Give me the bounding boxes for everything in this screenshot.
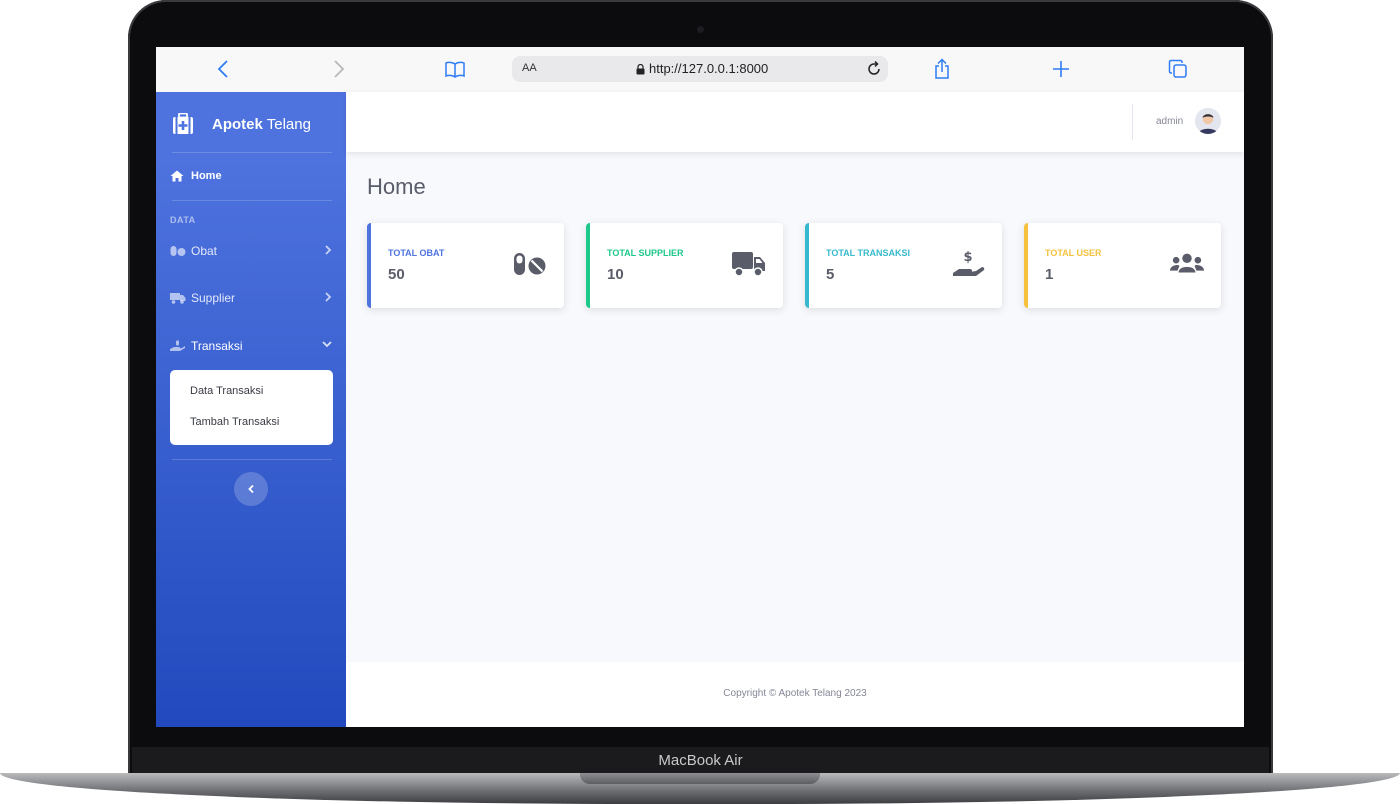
submenu-item-tambah-transaksi[interactable]: Tambah Transaksi (190, 416, 279, 428)
forward-button[interactable] (327, 58, 351, 80)
sidebar-item-label: Transaksi (191, 339, 243, 353)
sidebar-item-transaksi[interactable]: Transaksi (170, 334, 332, 358)
new-tab-button[interactable] (1049, 58, 1073, 80)
user-name[interactable]: admin (1156, 116, 1183, 127)
home-icon (170, 170, 186, 182)
sidebar-item-obat[interactable]: Obat (170, 239, 332, 263)
reader-text-size-button[interactable]: AA (522, 62, 537, 74)
card-value: 1 (1045, 266, 1054, 283)
stat-card-supplier: TOTAL SUPPLIER 10 (586, 223, 783, 308)
reload-icon[interactable] (866, 60, 882, 78)
footer: Copyright © Apotek Telang 2023 (346, 662, 1244, 727)
device-label: MacBook Air (658, 752, 743, 769)
sidebar-item-label: Obat (191, 244, 218, 258)
bookmarks-button[interactable] (443, 58, 467, 80)
stat-card-user: TOTAL USER 1 (1024, 223, 1221, 308)
brand-name: Apotek Telang (212, 115, 311, 133)
chevron-down-icon (322, 341, 332, 348)
medkit-icon (173, 113, 193, 134)
book-icon (445, 61, 465, 78)
sidebar-item-label: Home (191, 170, 222, 182)
truck-icon (732, 249, 766, 279)
submenu-item-data-transaksi[interactable]: Data Transaksi (190, 385, 263, 397)
back-button[interactable] (211, 58, 235, 80)
chevron-left-icon (217, 60, 228, 78)
sidebar-item-supplier[interactable]: Supplier (170, 286, 332, 310)
card-label: TOTAL TRANSAKSI (826, 248, 911, 258)
topbar-divider (1132, 104, 1133, 140)
hand-dollar-icon: $ (951, 249, 985, 279)
camera-icon (697, 26, 704, 33)
transaksi-submenu: Data Transaksi Tambah Transaksi (170, 370, 333, 445)
copyright-text: Copyright © Apotek Telang 2023 (723, 688, 867, 699)
hand-dollar-icon (170, 340, 186, 352)
address-bar[interactable]: AA http://127.0.0.1:8000 (512, 56, 888, 82)
plus-icon (1053, 61, 1069, 77)
chevron-right-icon (325, 245, 332, 255)
sidebar: Apotek Telang Home DATA Obat Supplier Tr… (156, 92, 346, 727)
avatar[interactable] (1195, 108, 1221, 134)
lock-icon (636, 64, 645, 75)
sidebar-divider (172, 200, 332, 201)
sidebar-item-label: Supplier (191, 291, 236, 305)
stat-card-obat: TOTAL OBAT 50 (367, 223, 564, 308)
user-avatar-icon (1195, 108, 1221, 134)
pills-icon (513, 249, 547, 279)
sidebar-divider (172, 459, 332, 460)
url-text: http://127.0.0.1:8000 (649, 61, 769, 76)
chevron-right-icon (334, 60, 345, 78)
sidebar-heading: DATA (170, 215, 196, 225)
laptop-notch (580, 773, 820, 784)
sidebar-brand[interactable]: Apotek Telang (172, 108, 311, 140)
sidebar-item-home[interactable]: Home (170, 164, 332, 188)
screen: AA http://127.0.0.1:8000 Apotek Telang H… (156, 47, 1244, 727)
card-value: 10 (607, 266, 624, 283)
card-value: 50 (388, 266, 405, 283)
share-button[interactable] (930, 58, 954, 80)
laptop-chin: MacBook Air (132, 747, 1269, 773)
share-icon (935, 58, 949, 79)
stat-card-transaksi: TOTAL TRANSAKSI 5 $ (805, 223, 1002, 308)
topbar: admin (346, 92, 1244, 152)
card-label: TOTAL SUPPLIER (607, 248, 684, 258)
pills-icon (170, 245, 186, 257)
card-value: 5 (826, 266, 835, 283)
sidebar-divider (172, 152, 332, 153)
chevron-left-icon (248, 484, 254, 494)
card-label: TOTAL OBAT (388, 248, 445, 258)
sidebar-toggle-button[interactable] (234, 472, 268, 506)
page-title: Home (367, 174, 426, 199)
svg-text:$: $ (963, 250, 972, 265)
chevron-right-icon (325, 292, 332, 302)
users-icon (1170, 249, 1204, 279)
tabs-button[interactable] (1166, 58, 1190, 80)
browser-toolbar: AA http://127.0.0.1:8000 (156, 47, 1244, 93)
truck-icon (170, 292, 186, 304)
tabs-icon (1168, 59, 1187, 78)
card-label: TOTAL USER (1045, 248, 1102, 258)
